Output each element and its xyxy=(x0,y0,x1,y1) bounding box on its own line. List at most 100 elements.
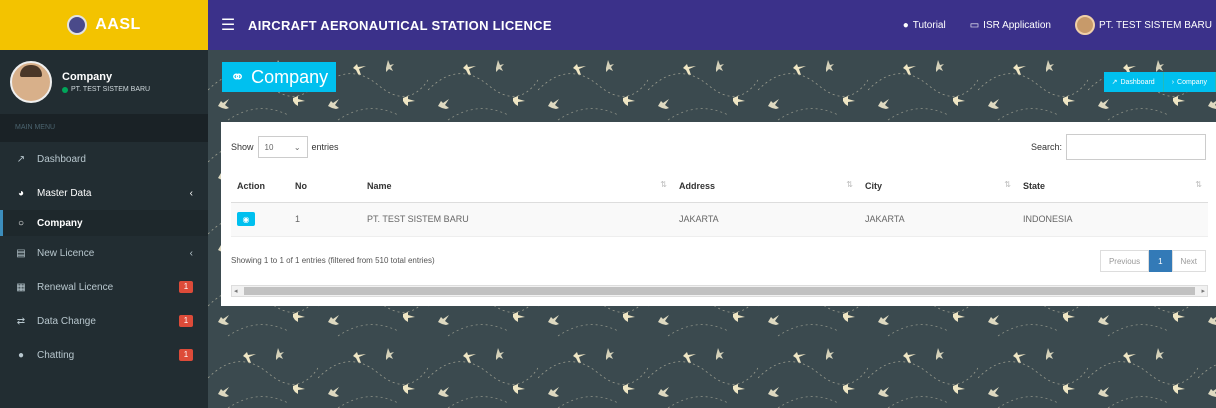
notification-badge: 1 xyxy=(179,281,193,293)
pagination-next[interactable]: Next xyxy=(1171,250,1206,272)
logo-emblem-icon xyxy=(67,15,88,35)
certificate-icon: ▤ xyxy=(16,247,26,259)
sidebar-item-data-change[interactable]: ⇄ Data Change 1 xyxy=(0,304,208,338)
notification-badge: 1 xyxy=(179,349,193,361)
column-header-no[interactable]: No xyxy=(289,170,361,203)
user-status: PT. TEST SISTEM BARU xyxy=(62,86,150,93)
sidebar: Company PT. TEST SISTEM BARU MAIN MENU ↗… xyxy=(0,50,208,408)
sidebar-item-master-data[interactable]: ◕ Master Data ‹ xyxy=(0,176,208,210)
column-header-name[interactable]: Name ⇅ xyxy=(361,170,673,203)
scrollbar-thumb[interactable] xyxy=(243,287,1196,295)
info-circle-icon: ● xyxy=(902,19,909,31)
scroll-left-icon[interactable]: ◂ xyxy=(234,287,238,295)
sidebar-item-label: Master Data xyxy=(37,187,92,199)
cell-name: PT. TEST SISTEM BARU xyxy=(361,202,673,237)
content-area: ⚭ Company ↗ Dashboard › Company Show 10 … xyxy=(208,50,1216,408)
table-row: ◉ 1 PT. TEST SISTEM BARU JAKARTA JAKARTA… xyxy=(231,202,1208,237)
breadcrumb-label: Company xyxy=(1177,78,1207,86)
app-title: AIRCRAFT AERONAUTICAL STATION LICENCE xyxy=(248,17,552,33)
logo[interactable]: AASL xyxy=(0,0,208,50)
document-icon: ▦ xyxy=(16,281,26,293)
view-button[interactable]: ◉ xyxy=(237,212,255,226)
breadcrumb-dashboard[interactable]: ↗ Dashboard xyxy=(1103,72,1164,92)
column-header-address[interactable]: Address ⇅ xyxy=(673,170,859,203)
search-wrap: Search: xyxy=(1031,134,1206,160)
column-header-action[interactable]: Action xyxy=(231,170,289,203)
user-panel: Company PT. TEST SISTEM BARU xyxy=(0,50,208,114)
sidebar-item-renewal-licence[interactable]: ▦ Renewal Licence 1 xyxy=(0,270,208,304)
horizontal-scrollbar[interactable]: ◂ ▸ xyxy=(231,285,1208,297)
sort-icon: ⇅ xyxy=(660,180,667,189)
user-company: PT. TEST SISTEM BARU xyxy=(71,86,151,93)
desktop-icon: ▭ xyxy=(969,19,980,31)
sidebar-item-label: Company xyxy=(37,217,83,229)
isr-label: ISR Application xyxy=(983,19,1051,31)
sidebar-item-dashboard[interactable]: ↗ Dashboard xyxy=(0,142,208,176)
menu-header: MAIN MENU xyxy=(0,114,208,142)
sidebar-item-label: Renewal Licence xyxy=(37,281,114,293)
refresh-icon: ⇄ xyxy=(16,315,26,327)
cell-address: JAKARTA xyxy=(673,202,859,237)
circle-outline-icon: ○ xyxy=(17,217,25,229)
line-chart-icon: ↗ xyxy=(1111,79,1118,86)
entries-label: entries xyxy=(311,142,339,152)
column-header-state[interactable]: State ⇅ xyxy=(1017,170,1208,203)
cell-no: 1 xyxy=(289,202,361,237)
avatar xyxy=(10,61,52,103)
table-info: Showing 1 to 1 of 1 entries (filtered fr… xyxy=(231,256,435,265)
search-input[interactable] xyxy=(1066,134,1206,160)
sidebar-item-label: New Licence xyxy=(37,247,95,259)
sidebar-item-chatting[interactable]: ● Chatting 1 xyxy=(0,338,208,372)
show-label: Show xyxy=(231,142,254,152)
table-header-row: Action No Name ⇅ Address ⇅ City ⇅ State ⇅ xyxy=(231,170,1208,203)
pagination: Previous 1 Next xyxy=(1099,250,1206,272)
cell-state: INDONESIA xyxy=(1017,202,1208,237)
pie-chart-icon: ◕ xyxy=(17,187,25,199)
line-chart-icon: ↗ xyxy=(16,153,26,165)
chevron-left-icon: ‹ xyxy=(189,187,193,199)
search-label: Search: xyxy=(1030,142,1062,152)
sidebar-item-new-licence[interactable]: ▤ New Licence ‹ xyxy=(0,236,208,270)
user-menu-label: PT. TEST SISTEM BARU xyxy=(1099,19,1212,31)
online-status-icon xyxy=(62,86,68,93)
column-header-city[interactable]: City ⇅ xyxy=(859,170,1017,203)
page-title: ⚭ Company xyxy=(222,62,337,92)
chevron-left-icon: ‹ xyxy=(189,247,193,259)
sidebar-item-label: Data Change xyxy=(37,315,96,327)
user-menu[interactable]: PT. TEST SISTEM BARU xyxy=(1075,15,1212,35)
breadcrumb-company[interactable]: › Company xyxy=(1163,72,1216,92)
sidebar-toggle-icon[interactable]: ☰ xyxy=(208,15,248,35)
chevron-right-icon: › xyxy=(1171,78,1175,86)
sort-icon: ⇅ xyxy=(1195,180,1202,189)
cell-city: JAKARTA xyxy=(859,202,1017,237)
pagination-page-1[interactable]: 1 xyxy=(1149,250,1172,272)
notification-badge: 1 xyxy=(179,315,193,327)
sidebar-item-label: Chatting xyxy=(37,349,75,361)
sidebar-item-label: Dashboard xyxy=(37,153,86,165)
logo-text: AASL xyxy=(95,16,141,33)
sort-icon: ⇅ xyxy=(1004,180,1011,189)
tutorial-link[interactable]: ● Tutorial xyxy=(903,20,946,31)
tutorial-label: Tutorial xyxy=(912,19,946,31)
sitemap-icon: ⚭ xyxy=(230,66,246,87)
user-name: Company xyxy=(62,71,113,83)
pagination-previous[interactable]: Previous xyxy=(1099,250,1150,272)
navbar-right: ● Tutorial ▭ ISR Application PT. TEST SI… xyxy=(903,15,1216,35)
top-navbar: ☰ AIRCRAFT AERONAUTICAL STATION LICENCE … xyxy=(208,0,1216,50)
company-table: Action No Name ⇅ Address ⇅ City ⇅ State ⇅ ◉ … xyxy=(231,170,1208,237)
sidebar-item-company[interactable]: ○ Company xyxy=(0,210,208,236)
isr-application-link[interactable]: ▭ ISR Application xyxy=(970,20,1051,31)
chat-icon: ● xyxy=(17,349,25,361)
breadcrumb: ↗ Dashboard › Company xyxy=(1103,72,1216,92)
scroll-right-icon[interactable]: ▸ xyxy=(1201,287,1205,295)
entries-length-select[interactable]: 10 ⌄ xyxy=(257,136,308,158)
eye-icon: ◉ xyxy=(242,214,250,224)
chevron-down-icon: ⌄ xyxy=(293,142,301,152)
entries-length-value: 10 xyxy=(264,142,274,152)
page-title-text: Company xyxy=(251,66,329,87)
sort-icon: ⇅ xyxy=(846,180,853,189)
user-avatar-small xyxy=(1075,15,1095,35)
breadcrumb-label: Dashboard xyxy=(1120,78,1155,86)
company-table-box: Show 10 ⌄ entries Search: Action No Name… xyxy=(221,122,1216,306)
table-controls: Show 10 ⌄ entries Search: xyxy=(231,134,1206,160)
